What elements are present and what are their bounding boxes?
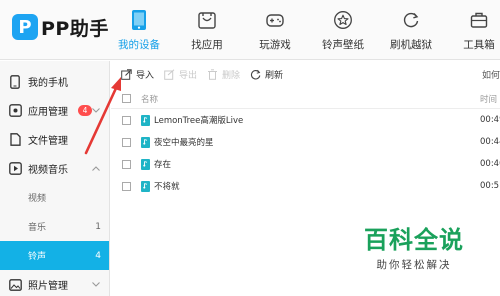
watermark-subtitle: 助你轻松解决 (376, 259, 452, 271)
watermark: 百科全说 助你轻松解决 (364, 220, 464, 272)
watermark-title: 百科全说 (364, 226, 464, 254)
